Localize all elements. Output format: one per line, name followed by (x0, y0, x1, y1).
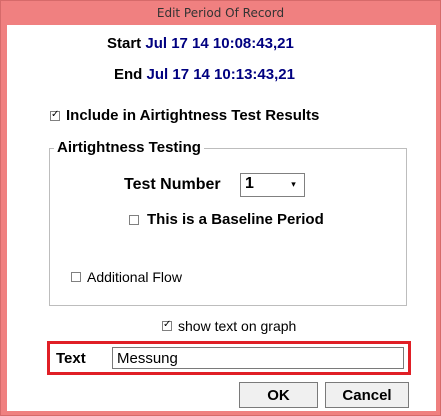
window-title: Edit Period Of Record (156, 6, 285, 20)
baseline-option[interactable]: This is a Baseline Period (129, 211, 324, 228)
cancel-button[interactable]: Cancel (325, 382, 409, 408)
dialog-body: Start Jul 17 14 10:08:43,21 End Jul 17 1… (7, 25, 436, 411)
additional-flow-checkbox[interactable] (71, 272, 81, 282)
title-bar: Edit Period Of Record (1, 1, 440, 25)
text-field-label: Text (56, 350, 86, 367)
baseline-label: This is a Baseline Period (147, 211, 324, 228)
include-results-label: Include in Airtightness Test Results (66, 107, 320, 124)
baseline-checkbox[interactable] (129, 214, 139, 225)
start-value: Jul 17 14 10:08:43,21 (145, 35, 294, 52)
end-value: Jul 17 14 10:13:43,21 (146, 66, 295, 83)
text-field-highlight: Text (47, 341, 411, 375)
show-text-on-graph-option[interactable]: ✓ show text on graph (162, 318, 296, 334)
show-text-label: show text on graph (178, 318, 297, 334)
end-label: End (114, 66, 143, 83)
checkmark-icon: ✓ (51, 108, 60, 120)
show-text-checkbox[interactable]: ✓ (162, 319, 172, 331)
chevron-down-icon[interactable]: ▾ (286, 177, 301, 193)
airtightness-group-title: Airtightness Testing (54, 139, 204, 156)
include-results-checkbox[interactable]: ✓ (50, 108, 60, 121)
dialog-window: Edit Period Of Record Start Jul 17 14 10… (0, 0, 441, 416)
start-label: Start (107, 35, 142, 52)
additional-flow-option[interactable]: Additional Flow (71, 269, 182, 285)
end-row: End Jul 17 14 10:13:43,21 (114, 66, 295, 83)
test-number-value: 1 (245, 175, 254, 192)
start-row: Start Jul 17 14 10:08:43,21 (107, 35, 294, 52)
checkmark-icon: ✓ (163, 319, 172, 330)
test-number-label: Test Number (124, 176, 221, 193)
additional-flow-label: Additional Flow (87, 269, 182, 285)
text-input[interactable] (112, 347, 404, 369)
include-results-option[interactable]: ✓ Include in Airtightness Test Results (50, 107, 319, 124)
ok-button[interactable]: OK (239, 382, 318, 408)
test-number-select[interactable]: 1 ▾ (240, 173, 305, 197)
